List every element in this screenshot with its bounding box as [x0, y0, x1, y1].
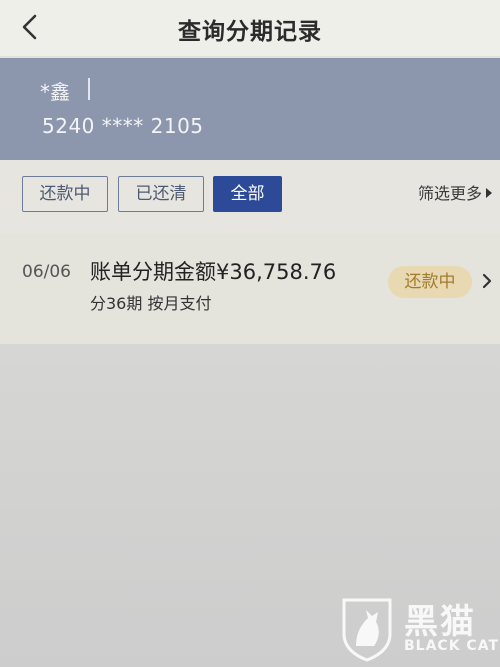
black-cat-logo-icon [342, 598, 392, 662]
filter-bar: 还款中 已还清 全部 筛选更多 [0, 160, 500, 234]
header: 查询分期记录 [0, 0, 500, 56]
record-title: 账单分期金额¥36,758.76 [90, 260, 337, 284]
filter-repaying-button[interactable]: 还款中 [22, 176, 108, 212]
filter-more-label: 筛选更多 [417, 184, 482, 203]
watermark-en-text: BLACK CAT [404, 638, 499, 654]
watermark: 黑猫 BLACK CAT [330, 590, 500, 667]
card-holder-name: *鑫 [40, 80, 70, 104]
status-badge: 还款中 [388, 266, 472, 298]
filter-more-button[interactable]: 筛选更多 [418, 180, 492, 204]
record-subtitle: 分36期 按月支付 [90, 294, 212, 313]
screen: 查询分期记录 *鑫 5240 **** 2105 还款中 已还清 全部 筛选更多… [0, 0, 500, 667]
caret-right-icon [486, 188, 492, 198]
card-number: 5240 **** 2105 [42, 114, 204, 138]
card-banner: *鑫 5240 **** 2105 [0, 58, 500, 160]
filter-all-button[interactable]: 全部 [213, 176, 282, 212]
chevron-right-icon [480, 272, 494, 290]
card-divider [88, 78, 90, 100]
list-item[interactable]: 06/06 账单分期金额¥36,758.76 分36期 按月支付 还款中 [0, 234, 500, 344]
watermark-cn-text: 黑猫 [404, 602, 476, 642]
filter-paid-off-button[interactable]: 已还清 [118, 176, 204, 212]
page-title: 查询分期记录 [178, 19, 322, 45]
record-date: 06/06 [22, 262, 71, 282]
